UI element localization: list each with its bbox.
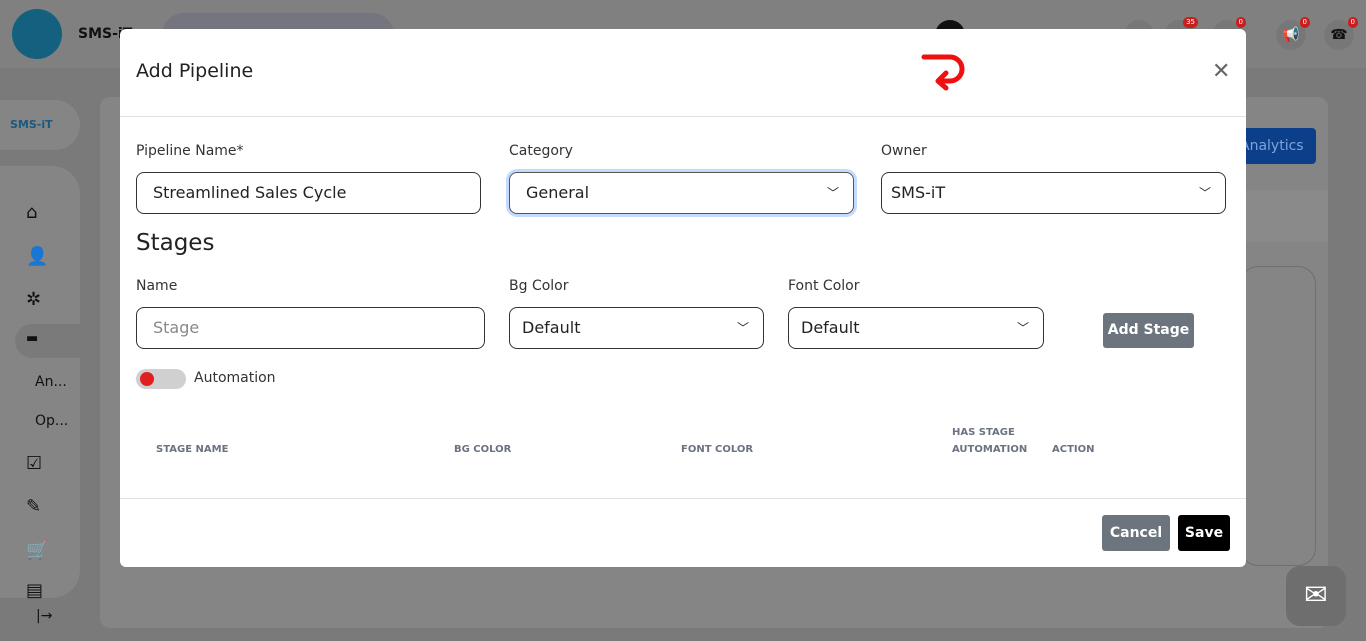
calls-badge: 0: [1347, 17, 1358, 28]
id-card-icon[interactable]: ▤: [26, 580, 43, 601]
category-label: Category: [509, 143, 573, 159]
pipeline-icon[interactable]: ▬: [26, 331, 38, 346]
sidebar-item-analytics[interactable]: An...: [35, 374, 67, 390]
pipeline-name-label: Pipeline Name*: [136, 143, 244, 159]
stage-name-input[interactable]: Stage: [136, 307, 485, 349]
column-header-stage-name: STAGE NAME: [156, 444, 229, 455]
sidebar-item-pipeline-active[interactable]: [15, 324, 80, 358]
content-panel: [1240, 190, 1328, 242]
calendar-check-icon[interactable]: ☑: [26, 453, 42, 474]
font-color-value: Default: [801, 318, 860, 337]
content-card: [1240, 266, 1316, 566]
pipeline-name-input[interactable]: Streamlined Sales Cycle: [136, 172, 481, 214]
font-color-select[interactable]: Default ﹀: [788, 307, 1044, 349]
owner-select[interactable]: SMS-iT ﹀: [881, 172, 1226, 214]
add-pipeline-modal: Add Pipeline ✕ Pipeline Name* Streamline…: [120, 29, 1246, 567]
sidebar-logo[interactable]: SMS-iT: [0, 100, 80, 150]
close-icon[interactable]: ✕: [1212, 59, 1230, 84]
chevron-down-icon: ﹀: [1198, 186, 1211, 200]
bg-color-label: Bg Color: [509, 278, 569, 294]
category-value: General: [526, 183, 590, 202]
messages-badge: 35: [1183, 17, 1198, 28]
home-icon[interactable]: ⌂: [26, 202, 37, 223]
cart-icon[interactable]: 🛒: [26, 540, 48, 561]
automation-label: Automation: [194, 370, 276, 386]
document-edit-icon[interactable]: ✎: [26, 496, 41, 517]
sidebar-item-opportunities[interactable]: Op...: [35, 413, 68, 429]
owner-value: SMS-iT: [891, 183, 946, 202]
chevron-down-icon: ﹀: [1016, 321, 1029, 335]
collapse-sidebar-icon[interactable]: |→: [36, 608, 52, 624]
network-icon[interactable]: ✲: [26, 289, 41, 310]
redo-arrow-icon: [921, 54, 965, 91]
owner-label: Owner: [881, 143, 927, 159]
cancel-button[interactable]: Cancel: [1102, 515, 1170, 551]
bg-color-value: Default: [522, 318, 581, 337]
modal-title: Add Pipeline: [136, 60, 254, 82]
user-icon[interactable]: 👤: [26, 246, 48, 267]
chevron-down-icon: ﹀: [736, 321, 749, 335]
chat-badge: 0: [1235, 17, 1246, 28]
announcements-badge: 0: [1299, 17, 1310, 28]
modal-header: Add Pipeline ✕: [120, 29, 1246, 117]
add-stage-button[interactable]: Add Stage: [1103, 313, 1194, 348]
category-select[interactable]: General ﹀: [509, 172, 854, 214]
mail-float-button[interactable]: ✉: [1286, 566, 1346, 626]
column-header-action: ACTION: [1052, 444, 1095, 455]
stages-heading: Stages: [136, 230, 215, 256]
font-color-label: Font Color: [788, 278, 860, 294]
avatar[interactable]: [12, 9, 62, 59]
stage-name-label: Name: [136, 278, 178, 294]
modal-footer: [120, 498, 1246, 567]
chevron-down-icon: ﹀: [826, 186, 839, 200]
column-header-font-color: FONT COLOR: [681, 444, 754, 455]
column-header-bg-color: BG COLOR: [454, 444, 512, 455]
column-header-has-stage-automation: HAS STAGE AUTOMATION: [952, 427, 1028, 455]
megaphone-icon[interactable]: 📢 0: [1276, 17, 1310, 50]
bg-color-select[interactable]: Default ﹀: [509, 307, 764, 349]
save-button[interactable]: Save: [1178, 515, 1230, 551]
toggle-knob: [140, 372, 154, 386]
phone-icon[interactable]: ☎ 0: [1324, 17, 1358, 50]
automation-toggle[interactable]: [136, 369, 186, 389]
